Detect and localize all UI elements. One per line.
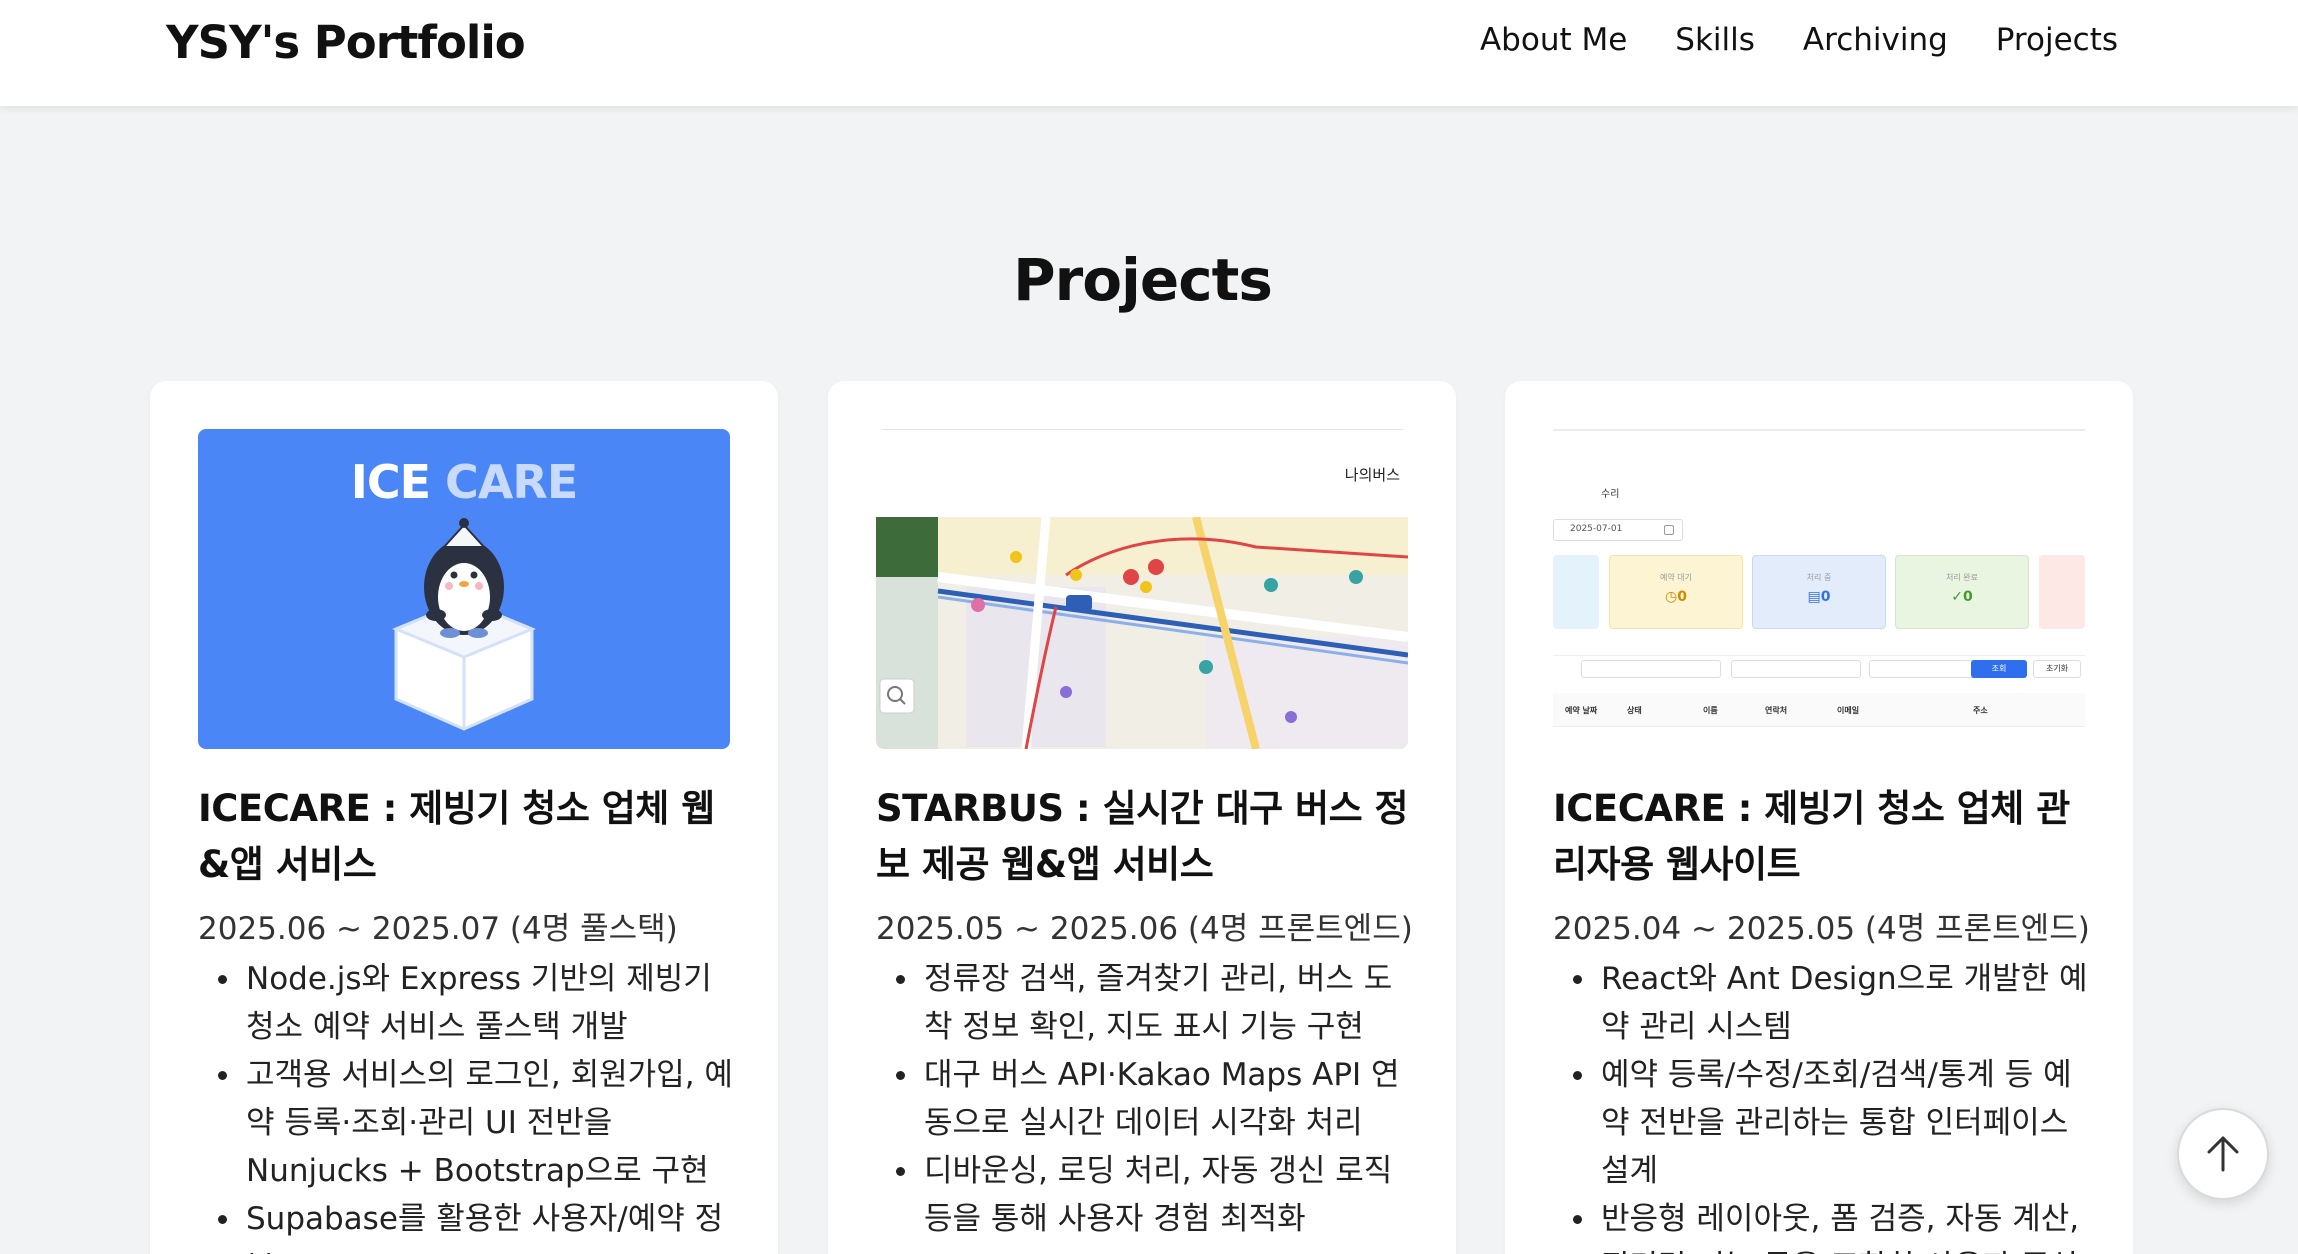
nav-about-me[interactable]: About Me: [1480, 22, 1627, 58]
nav-archiving[interactable]: Archiving: [1803, 22, 1948, 58]
nav-skills[interactable]: Skills: [1675, 22, 1755, 58]
project-card-icecare[interactable]: ICE CARE ICECARE : 제빙기 청소 업체 웹&앱 서비스 202…: [150, 381, 778, 1254]
stat-card-done: 처리 완료 ✓0: [1895, 555, 2029, 629]
project-period: 2025.04 ~ 2025.05 (4명 프론트엔드): [1553, 911, 2090, 947]
filter-row: 조회 초기화: [1553, 655, 2085, 679]
scroll-to-top-button[interactable]: [2177, 1108, 2269, 1200]
list-item: React와 Ant Design으로 개발한 예약 관리 시스템: [1553, 955, 2093, 1051]
project-feature-list: Node.js와 Express 기반의 제빙기 청소 예약 서비스 풀스택 개…: [198, 955, 738, 1254]
project-title: ICECARE : 제빙기 청소 업체 관리자용 웹사이트: [1553, 787, 2070, 886]
project-period: 2025.05 ~ 2025.06 (4명 프론트엔드): [876, 911, 1413, 947]
document-icon: ▤: [1807, 589, 1821, 605]
arrow-up-icon: [2207, 1136, 2239, 1172]
project-card-icecare-admin[interactable]: 수리 2025-07-01 예약 대기 ◷0 처리 중 ▤0 처리 완료 ✓0 …: [1505, 381, 2133, 1254]
reset-button[interactable]: 초기화: [2033, 660, 2081, 678]
penguin-mascot-icon: [392, 518, 536, 731]
search-button[interactable]: 조회: [1971, 660, 2027, 678]
project-card-starbus[interactable]: 나의버스 STARBUS: 실시간 대구 버스 정보 제공 웹&앱 서비스 2…: [828, 381, 1456, 1254]
list-item: 고객용 서비스의 로그인, 회원가입, 예약 등록·조회·관리 UI 전반을 N…: [198, 1051, 738, 1195]
list-item: Node.js와 Express 기반의 제빙기 청소 예약 서비스 풀스택 개…: [198, 955, 738, 1051]
list-item: 반응형 레이아웃, 폼 검증, 자동 계산, 필터링 기능 등을 포함한 사용자…: [1553, 1195, 2093, 1254]
top-navbar: YSY's Portfolio About Me Skills Archivin…: [0, 0, 2298, 106]
filter-input[interactable]: [1581, 660, 1721, 678]
section-title: Projects: [1013, 246, 1273, 314]
map-illustration: [876, 517, 1408, 749]
project-period: 2025.06 ~ 2025.07 (4명 풀스택): [198, 911, 678, 947]
brand-logo[interactable]: YSY's Portfolio: [166, 16, 526, 69]
stat-card-waiting: 예약 대기 ◷0: [1609, 555, 1743, 629]
stat-card-processing: 처리 중 ▤0: [1752, 555, 1886, 629]
app-header-title: 나의버스: [1344, 466, 1400, 484]
admin-tab-label: 수리: [1601, 489, 1620, 500]
project-feature-list: React와 Ant Design으로 개발한 예약 관리 시스템 예약 등록/…: [1553, 955, 2093, 1254]
list-item: 정류장 검색, 즐겨찾기 관리, 버스 도착 정보 확인, 지도 표시 기능 구…: [876, 955, 1416, 1051]
bus-map: [876, 517, 1408, 749]
clock-icon: ◷: [1665, 589, 1678, 605]
project-feature-list: 정류장 검색, 즐겨찾기 관리, 버스 도착 정보 확인, 지도 표시 기능 구…: [876, 955, 1416, 1243]
list-item: 대구 버스 API·Kakao Maps API 연동으로 실시간 데이터 시각…: [876, 1051, 1416, 1147]
calendar-icon: [1664, 525, 1674, 535]
reservation-table-header: 예약 날짜 상태 이름 연락처 이메일 주소: [1553, 693, 2085, 727]
check-circle-icon: ✓: [1951, 589, 1963, 605]
project-thumbnail[interactable]: 나의버스: [876, 429, 1408, 749]
project-thumbnail[interactable]: ICE CARE: [198, 429, 730, 749]
nav-projects[interactable]: Projects: [1996, 22, 2118, 58]
project-title: STARBUS : 실시간 대구 버스 정보 제공 웹&앱 서비스: [876, 787, 1409, 886]
stat-card-edge: [1553, 555, 1599, 629]
main-nav: About Me Skills Archiving Projects: [1480, 22, 2118, 58]
list-item: 예약 등록/수정/조회/검색/통계 등 예약 전반을 관리하는 통합 인터페이스…: [1553, 1051, 2093, 1195]
filter-input[interactable]: [1731, 660, 1861, 678]
list-item: 디바운싱, 로딩 처리, 자동 갱신 로직 등을 통해 사용자 경험 최적화: [876, 1147, 1416, 1243]
list-item: Supabase를 활용한 사용자/예약 정보: [198, 1195, 738, 1254]
admin-date-picker: 2025-07-01: [1553, 519, 1683, 541]
project-thumbnail[interactable]: 수리 2025-07-01 예약 대기 ◷0 처리 중 ▤0 처리 완료 ✓0 …: [1553, 429, 2085, 749]
app-header: 나의버스: [876, 429, 1408, 517]
project-title: ICECARE : 제빙기 청소 업체 웹&앱 서비스: [198, 787, 715, 886]
stat-card-edge: [2039, 555, 2085, 629]
